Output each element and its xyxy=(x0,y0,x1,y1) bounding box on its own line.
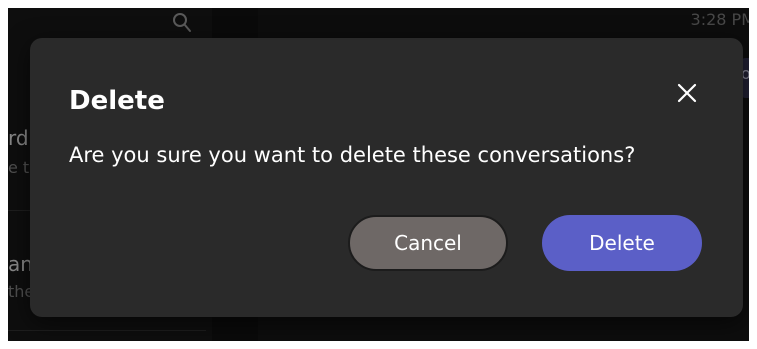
delete-button-label: Delete xyxy=(589,231,655,255)
dialog-message: Are you sure you want to delete these co… xyxy=(69,143,636,167)
delete-dialog: Delete Are you sure you want to delete t… xyxy=(30,38,743,317)
cancel-button[interactable]: Cancel xyxy=(348,215,508,271)
delete-button[interactable]: Delete xyxy=(542,215,702,271)
app-window: rd e t ani the 3:28 PM o Delete Are you … xyxy=(0,0,757,349)
close-icon[interactable] xyxy=(673,79,701,107)
cancel-button-label: Cancel xyxy=(394,231,462,255)
dialog-title: Delete xyxy=(69,86,165,116)
